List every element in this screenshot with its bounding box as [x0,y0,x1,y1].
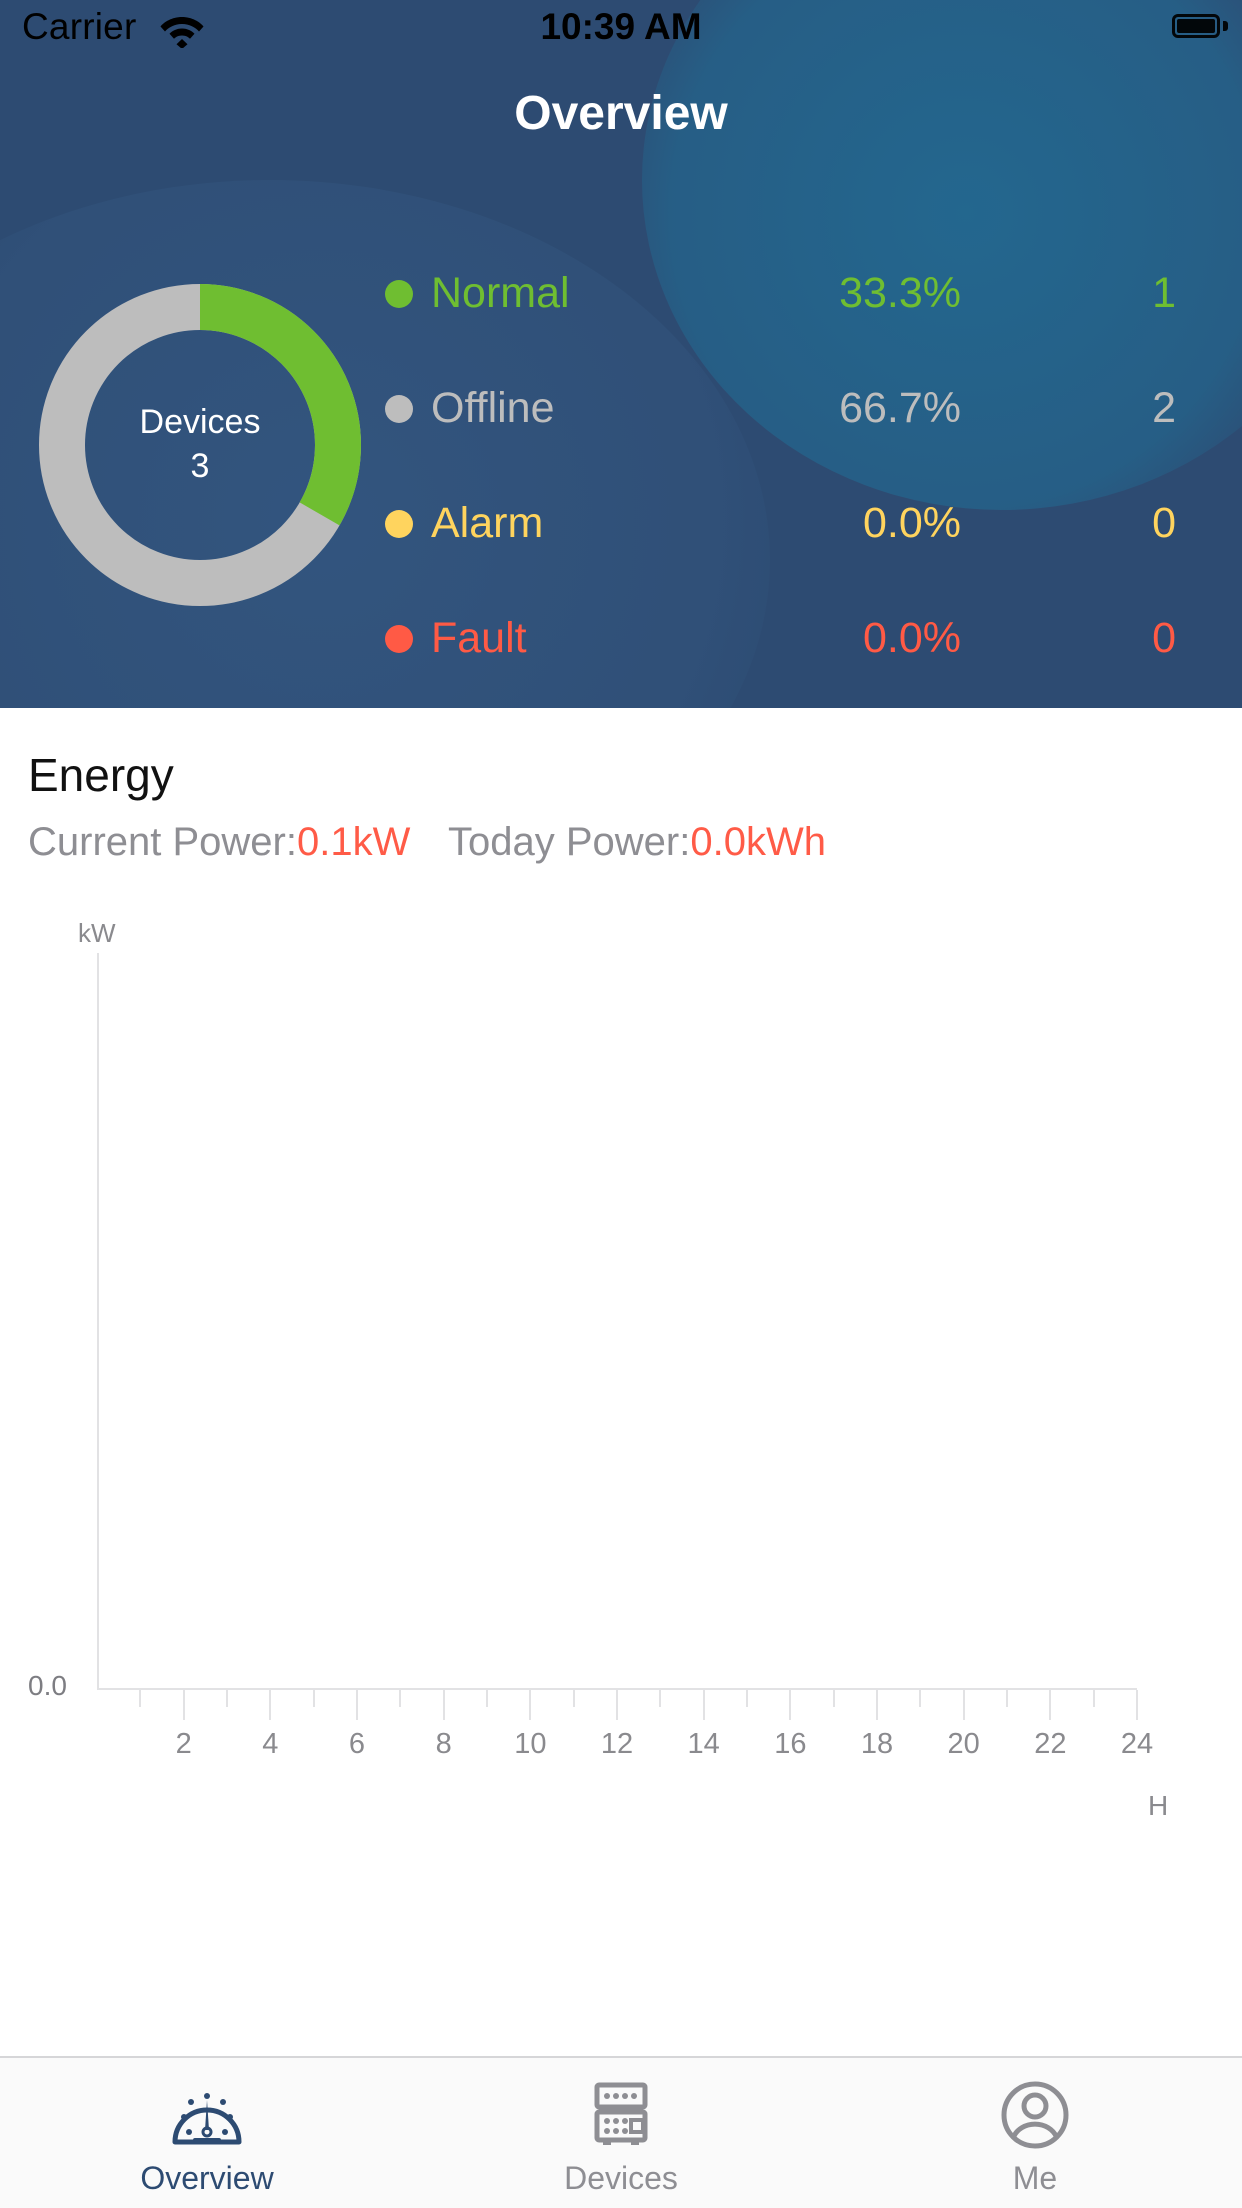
current-power-label: Current Power: [28,820,297,864]
donut-center-value: 3 [190,447,210,485]
fault-status-dot-icon [385,624,413,653]
clock-label: 10:39 AM [540,6,702,47]
x-axis-tick [962,1690,965,1720]
x-axis-tick [1092,1690,1095,1707]
donut-center-text: Devices 3 [30,275,370,615]
battery-cap-icon [1223,21,1228,31]
energy-section-title: Energy [28,749,174,801]
tab-overview[interactable]: Overview [0,2058,414,2208]
donut-center-label: Devices [139,403,261,442]
current-power-value: 0.1kW [296,820,411,864]
x-axis-tick-label: 16 [774,1728,807,1760]
x-axis-tick [1136,1690,1138,1720]
tab-devices[interactable]: Devices [414,2058,828,2208]
legend-percent: 66.7% [839,384,961,432]
x-axis-tick-label: 6 [348,1728,366,1760]
x-axis-tick [832,1690,835,1707]
legend-label: Fault [431,614,527,662]
x-axis-tick [182,1690,185,1720]
x-axis-tick [139,1690,142,1707]
x-axis-tick [269,1690,272,1720]
x-axis-tick-label: 2 [175,1728,192,1760]
energy-line-chart: kW 0.0 2 4 6 8 10 12 14 16 18 20 22 24 H [0,918,1242,2018]
today-power-label: Today Power: [448,820,691,864]
x-axis-tick-label: 20 [947,1728,980,1760]
x-axis-unit-label: H [1148,1790,1169,1821]
gauge-icon [169,2076,245,2154]
legend-percent: 0.0% [862,614,961,662]
overview-header-panel: Carrier 10:39 AM Overview Devices 3 Norm… [0,0,1242,708]
x-axis-tick-label: 12 [600,1728,634,1760]
x-axis-tick [789,1690,792,1720]
legend-percent: 0.0% [862,499,961,547]
x-axis-tick [746,1690,748,1707]
x-axis-tick [486,1690,488,1707]
legend-label: Offline [431,384,555,432]
tab-label: Overview [140,2159,274,2196]
x-axis-tick [226,1690,228,1707]
current-power-stat: Current Power:0.1kW [28,820,448,865]
status-bar: Carrier 10:39 AM [0,0,1242,58]
x-axis-tick [919,1690,922,1707]
x-axis-tick-label: 18 [860,1728,894,1760]
legend-row-alarm[interactable]: Alarm 0.0% 0 [385,466,1185,581]
server-rack-icon [585,2076,657,2154]
x-axis-tick [312,1690,315,1707]
x-axis-tick-label: 8 [435,1728,452,1760]
x-axis-tick-label: 4 [262,1728,279,1760]
legend-label: Alarm [431,499,544,547]
offline-status-dot-icon [385,394,413,423]
x-axis-tick [1006,1690,1008,1707]
y-axis-unit-label: kW [78,918,116,948]
alarm-status-dot-icon [385,509,413,538]
y-axis-tick-label: 0.0 [28,1670,67,1701]
legend-row-offline[interactable]: Offline 66.7% 2 [385,351,1185,466]
x-axis-tick [702,1690,705,1720]
bottom-tab-bar: Overview Devices Me [0,2056,1242,2208]
legend-row-fault[interactable]: Fault 0.0% 0 [385,581,1185,696]
battery-full-icon [1172,14,1220,38]
x-axis-tick [442,1690,445,1720]
legend-count: 0 [1152,614,1176,662]
x-axis-tick [876,1690,878,1720]
legend-row-normal[interactable]: Normal 33.3% 1 [385,236,1185,351]
tab-label: Me [1012,2159,1058,2196]
x-axis-tick [399,1690,402,1707]
normal-status-dot-icon [385,279,413,308]
today-power-value: 0.0kWh [690,820,826,864]
tab-me[interactable]: Me [828,2058,1242,2208]
x-axis-tick-label: 24 [1120,1728,1154,1760]
x-axis-tick [616,1690,618,1720]
legend-percent: 33.3% [839,269,961,317]
legend-count: 2 [1152,384,1176,432]
today-power-stat: Today Power:0.0kWh [448,820,826,865]
chart-plot-area [0,928,1242,2018]
x-axis-tick [529,1690,532,1720]
legend-count: 0 [1152,499,1176,547]
energy-stats-row: Current Power:0.1kW Today Power:0.0kWh [28,820,1208,865]
devices-donut-chart: Devices 3 [30,275,370,615]
tab-label: Devices [564,2159,678,2196]
x-axis-tick-label: 14 [687,1728,720,1760]
energy-section: Energy Current Power:0.1kW Today Power:0… [0,708,1242,2028]
page-title: Overview [514,87,728,140]
x-axis-tick-label: 10 [514,1728,547,1760]
x-axis-tick [1049,1690,1052,1720]
y-axis-line [97,953,99,1689]
x-axis-tick [572,1690,575,1707]
legend-label: Normal [431,269,570,317]
x-axis-tick-label: 22 [1034,1728,1067,1760]
status-legend: Normal 33.3% 1 Offline 66.7% 2 Alarm 0.0… [385,236,1185,696]
person-circle-icon [999,2076,1071,2154]
x-axis-tick [659,1690,662,1707]
x-axis-tick [356,1690,358,1720]
legend-count: 1 [1152,269,1176,317]
